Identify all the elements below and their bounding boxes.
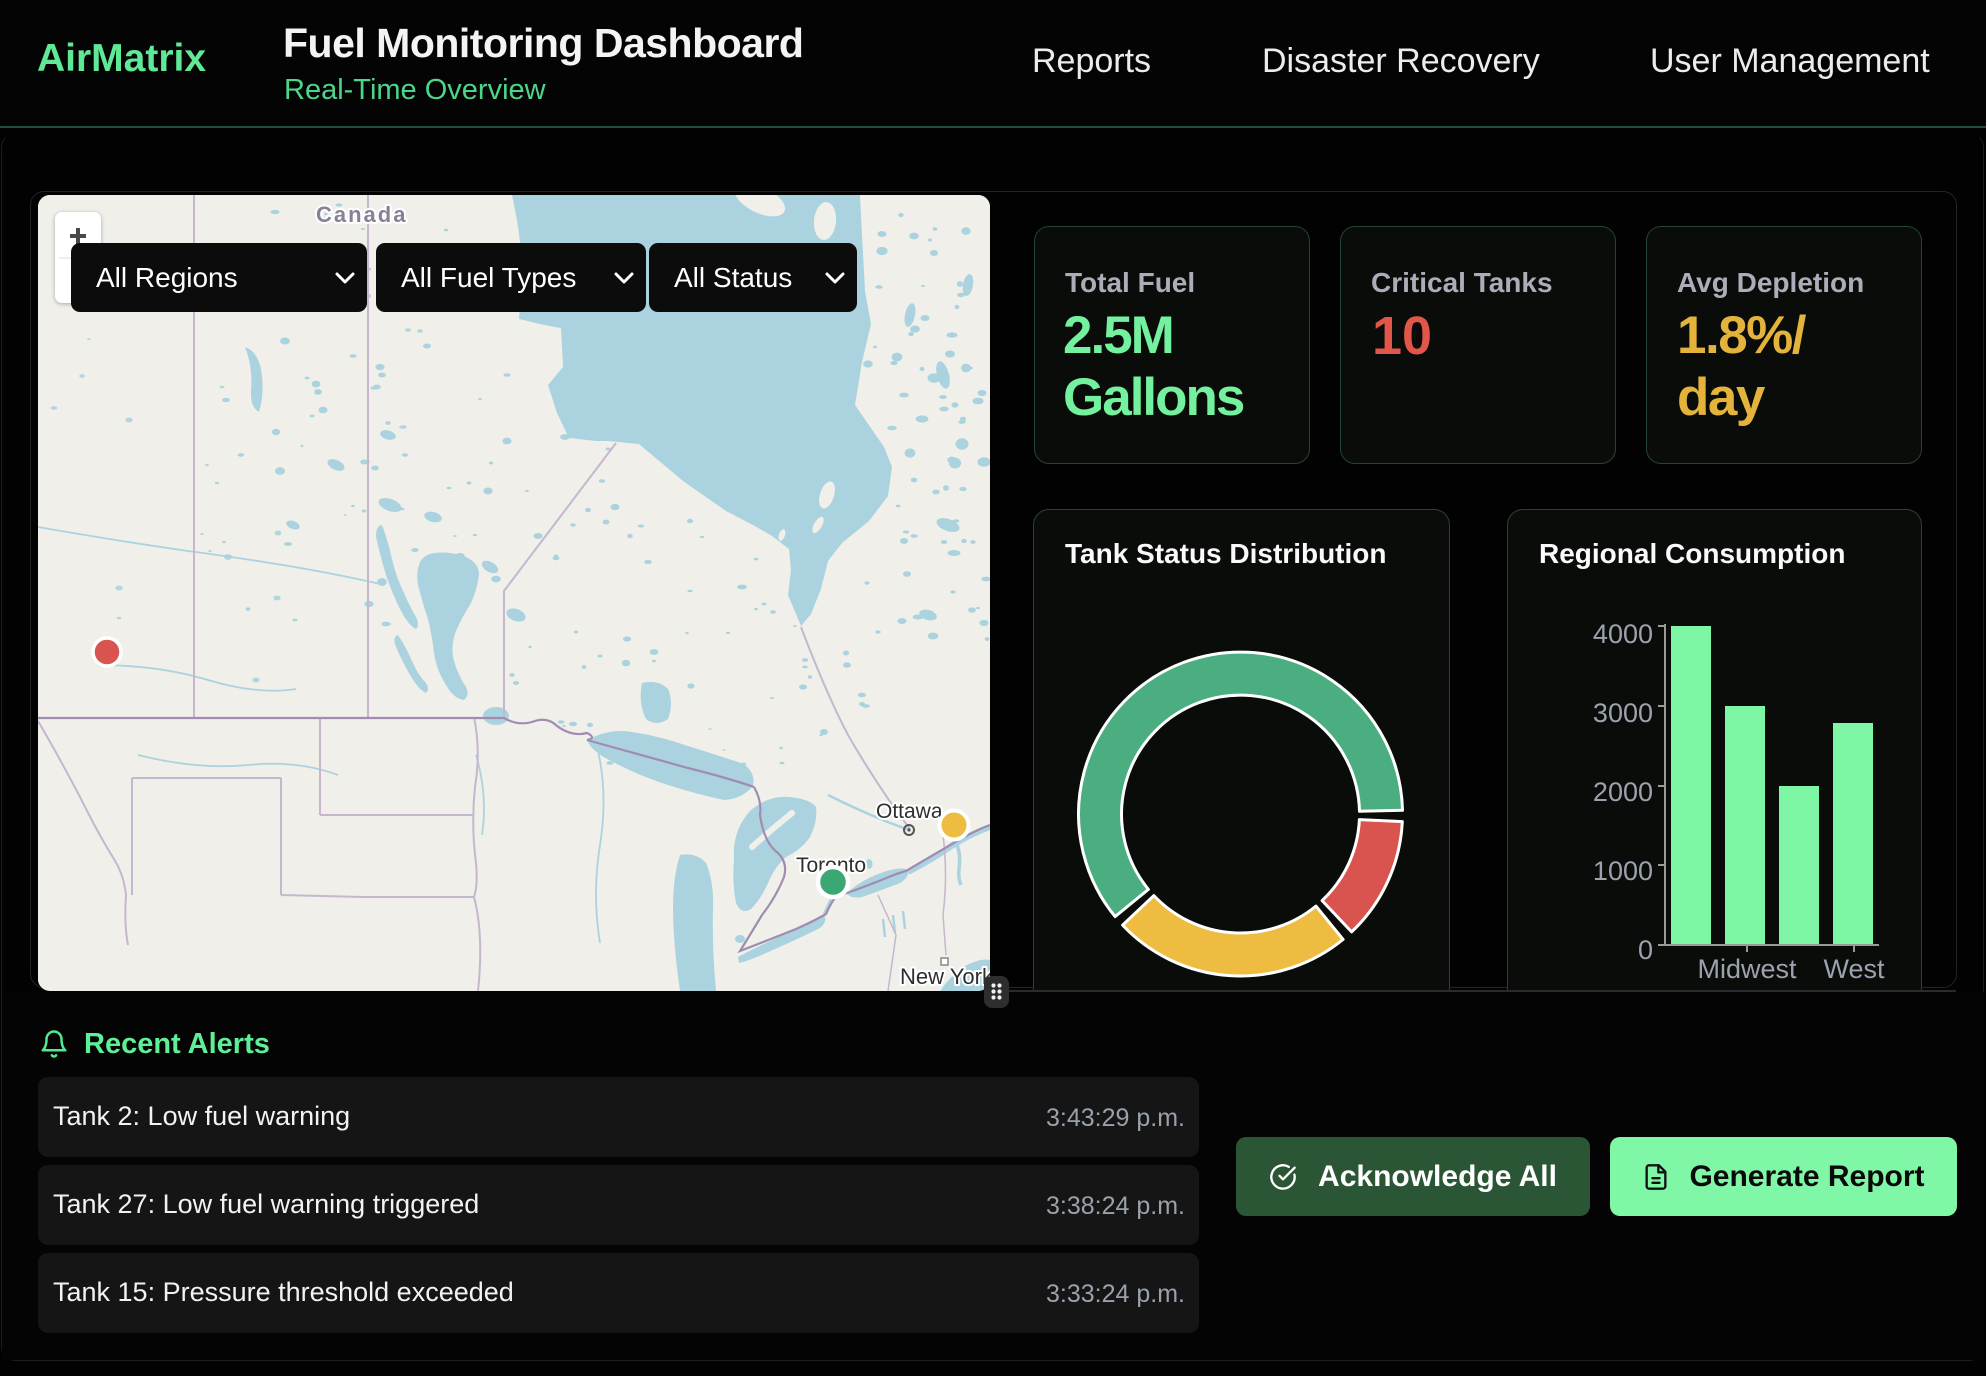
svg-text:1000: 1000 [1593, 856, 1653, 886]
svg-text:Canada: Canada [316, 202, 407, 227]
svg-text:West: West [1823, 954, 1885, 984]
svg-text:Ottawa: Ottawa [876, 800, 943, 823]
svg-text:2000: 2000 [1593, 777, 1653, 807]
svg-text:New York: New York [900, 964, 990, 989]
svg-text:0: 0 [1638, 935, 1653, 965]
svg-text:Midwest: Midwest [1697, 954, 1797, 984]
svg-text:4000: 4000 [1593, 619, 1653, 649]
svg-text:3000: 3000 [1593, 698, 1653, 728]
